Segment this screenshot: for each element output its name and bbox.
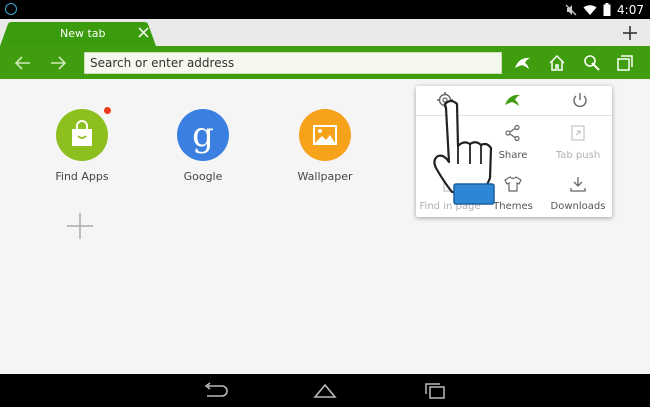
menu-item-downloads[interactable]: Downloads [546,175,610,212]
add-speed-dial-icon[interactable] [66,212,94,240]
power-icon[interactable] [571,91,589,109]
recents-nav-icon[interactable] [422,382,448,399]
battery-icon [603,3,611,16]
clock: 4:07 [617,2,644,17]
status-bar: 4:07 [0,0,650,19]
tabs-icon[interactable] [615,53,635,73]
toolbar: Search or enter address [0,46,650,79]
forward-icon[interactable] [49,54,67,72]
speed-dial-label: Find Apps [55,170,109,183]
picture-icon [299,109,351,161]
share-icon [505,124,520,142]
new-tab-plus-icon[interactable] [622,25,638,41]
speed-dial-label: Wallpaper [297,170,353,183]
speed-dial-label: Google [183,170,223,183]
back-icon[interactable] [14,54,32,72]
dolphin-notification-icon [5,3,17,15]
home-icon[interactable] [547,53,567,73]
speed-dial-find-apps[interactable]: Find Apps [36,107,128,183]
shopping-bag-icon [56,107,111,161]
close-icon[interactable] [138,27,149,38]
gesture-icon[interactable] [582,53,602,73]
address-bar[interactable]: Search or enter address [84,52,502,74]
menu-item-tab-push[interactable]: Tab push [546,124,610,161]
hand-pointer-icon [433,99,495,205]
tab-strip: New tab [0,19,650,46]
mute-icon [565,4,577,15]
menu-item-label: Tab push [555,150,601,161]
speed-dial-google[interactable]: g Google [157,109,249,183]
google-g-icon: g [177,109,229,161]
tab-push-icon [571,125,585,141]
tab-title: New tab [60,27,106,40]
dolphin-icon[interactable] [513,53,533,73]
address-placeholder: Search or enter address [90,56,235,70]
downloads-icon [570,177,586,192]
svg-text:g: g [192,115,214,155]
themes-icon [504,176,522,192]
speed-dial-wallpaper[interactable]: Wallpaper [279,109,371,183]
wifi-icon [583,4,597,15]
dolphin-icon[interactable] [504,91,522,109]
notification-badge [104,107,111,114]
home-nav-icon[interactable] [312,382,338,399]
menu-item-label: Downloads [550,201,606,212]
system-nav-bar [0,374,650,407]
back-nav-icon[interactable] [202,382,228,399]
tab-new-tab[interactable]: New tab [0,22,156,46]
